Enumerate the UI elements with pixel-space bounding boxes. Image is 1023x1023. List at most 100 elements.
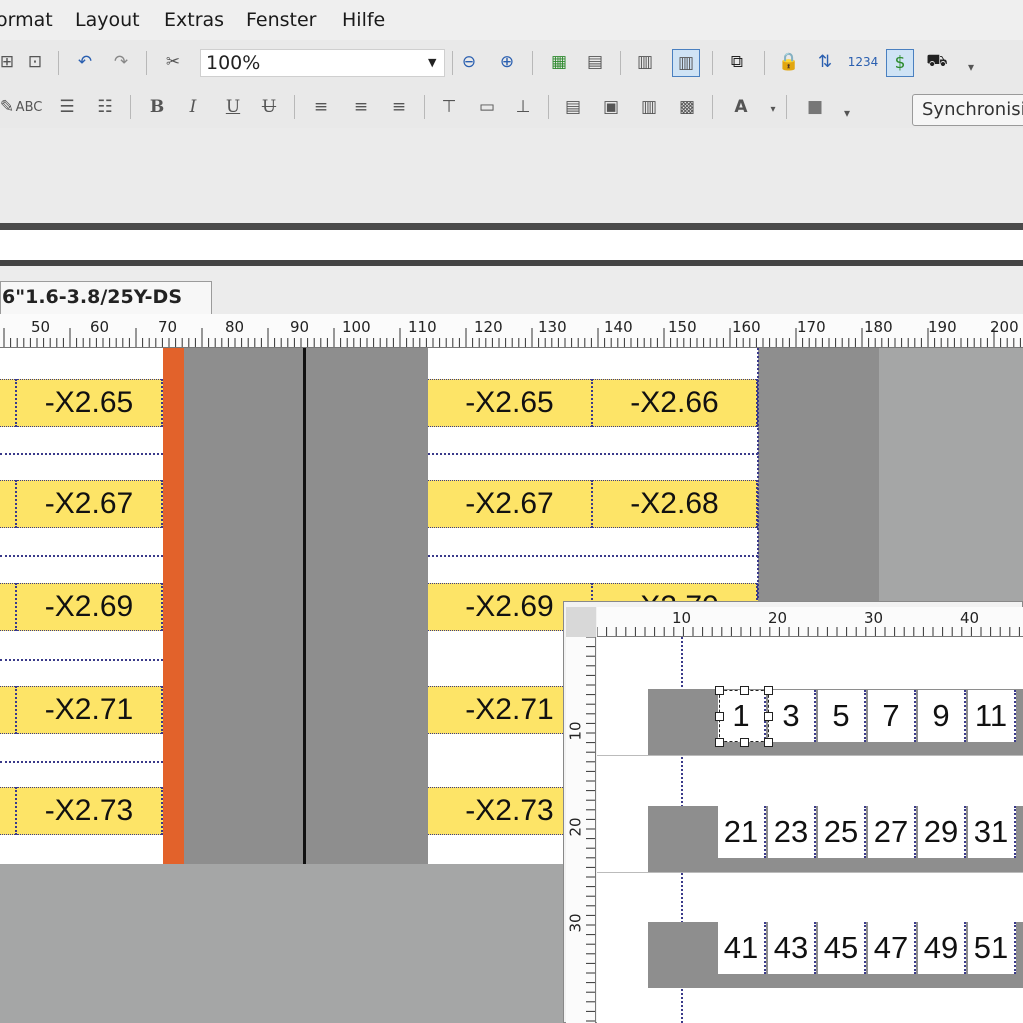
ruler-label: 10 [566, 721, 585, 741]
zoom-in-icon[interactable]: ⊕ [494, 49, 520, 75]
label-cell[interactable]: -X2.66 [593, 379, 758, 427]
image-icon[interactable]: ▣ [598, 94, 624, 120]
terminal-label[interactable]: 29 [918, 806, 966, 858]
label-cell[interactable] [0, 379, 17, 427]
redo-icon[interactable]: ↷ [108, 49, 134, 75]
align-left-icon[interactable]: ≡ [308, 94, 334, 120]
font-color-icon[interactable]: A [728, 94, 754, 120]
resize-handle[interactable] [740, 738, 749, 747]
numbering-icon[interactable]: 1234 [848, 49, 879, 75]
label-cell[interactable]: -X2.71 [17, 686, 163, 734]
selection-frame[interactable] [719, 690, 769, 742]
terminal-label[interactable]: 47 [868, 922, 916, 974]
align-icon[interactable]: ⊞ [0, 49, 20, 75]
lock-icon[interactable]: 🔒 [776, 49, 802, 75]
valign-bottom-icon[interactable]: ⊥ [510, 94, 536, 120]
format-painter-icon[interactable]: ✂ [160, 49, 186, 75]
fill-color-icon[interactable]: ■ [802, 94, 828, 120]
panel-gap [0, 230, 1023, 260]
resize-handle[interactable] [764, 686, 773, 695]
terminal-label[interactable]: 41 [718, 922, 766, 974]
terminal-label[interactable]: 27 [868, 806, 916, 858]
picture-icon[interactable]: ▩ [674, 94, 700, 120]
label-cell[interactable]: -X2.67 [428, 480, 593, 528]
row-divider [428, 453, 758, 455]
label-cell[interactable]: -X2.68 [593, 480, 758, 528]
excel-export-icon[interactable]: ▦ [546, 49, 572, 75]
menu-format[interactable]: ormat [0, 9, 53, 31]
row-divider [597, 755, 1023, 756]
ruler-label: 140 [604, 318, 633, 336]
terminal-label[interactable]: 5 [818, 690, 866, 742]
menu-extras[interactable]: Extras [164, 9, 224, 31]
resize-handle[interactable] [715, 738, 724, 747]
terminal-label[interactable]: 7 [868, 690, 916, 742]
spelling-icon[interactable]: ABC [16, 94, 43, 120]
ruler-label: 10 [672, 609, 692, 627]
valign-middle-icon[interactable]: ▭ [474, 94, 500, 120]
barcode-icon[interactable]: ▥ [636, 94, 662, 120]
group-icon[interactable]: ⊡ [22, 49, 48, 75]
label-cell[interactable] [0, 480, 17, 528]
align-right-icon[interactable]: ≡ [386, 94, 412, 120]
separator [532, 51, 533, 75]
resize-handle[interactable] [715, 686, 724, 695]
resize-handle[interactable] [764, 738, 773, 747]
ruler-corner [566, 607, 596, 637]
panel-left-icon[interactable]: ▥ [632, 49, 658, 75]
terminal-label[interactable]: 51 [968, 922, 1016, 974]
strikethrough-icon[interactable]: U [256, 94, 282, 120]
italic-icon[interactable]: I [180, 94, 206, 120]
row-divider [0, 453, 163, 455]
label-cell[interactable]: -X2.67 [17, 480, 163, 528]
resize-handle[interactable] [740, 686, 749, 695]
separator [548, 95, 549, 119]
line-spacing-icon[interactable]: ☰ [54, 94, 80, 120]
chevron-down-icon[interactable]: ▼ [428, 56, 436, 69]
list-icon[interactable]: ☷ [92, 94, 118, 120]
terminal-label[interactable]: 45 [818, 922, 866, 974]
terminal-label[interactable]: 21 [718, 806, 766, 858]
terminal-label[interactable]: 23 [768, 806, 816, 858]
label-cell[interactable] [0, 787, 17, 835]
terminal-label[interactable]: 11 [968, 690, 1016, 742]
terminal-label[interactable]: 3 [768, 690, 816, 742]
align-center-icon[interactable]: ≡ [348, 94, 374, 120]
chart-icon[interactable]: ▤ [560, 94, 586, 120]
label-cell[interactable] [0, 686, 17, 734]
underline-icon[interactable]: U [220, 94, 246, 120]
panel-right-icon[interactable]: ▥ [672, 49, 700, 77]
chevron-down-icon[interactable]: ▾ [760, 96, 786, 122]
terminal-label[interactable]: 31 [968, 806, 1016, 858]
valign-top-icon[interactable]: ⊤ [436, 94, 462, 120]
terminal-label[interactable]: 25 [818, 806, 866, 858]
separator [452, 51, 453, 75]
undo-icon[interactable]: ↶ [72, 49, 98, 75]
sort-az-icon[interactable]: ⇅ [812, 49, 838, 75]
terminal-label[interactable]: 49 [918, 922, 966, 974]
label-cell[interactable]: -X2.65 [428, 379, 593, 427]
menu-bar: ormat Layout Extras Fenster Hilfe [0, 0, 1023, 40]
label-cell[interactable]: -X2.65 [17, 379, 163, 427]
label-cell[interactable]: -X2.73 [17, 787, 163, 835]
label-cell[interactable]: -X2.69 [17, 583, 163, 631]
overflow-icon[interactable]: ▾ [958, 54, 984, 80]
menu-layout[interactable]: Layout [75, 9, 140, 31]
label-cell[interactable] [0, 583, 17, 631]
terminal-label[interactable]: 9 [918, 690, 966, 742]
menu-hilfe[interactable]: Hilfe [342, 9, 385, 31]
separator [620, 51, 621, 75]
separator [712, 51, 713, 75]
resize-handle[interactable] [715, 712, 724, 721]
cart-icon[interactable]: ⛟ [924, 49, 950, 75]
menu-fenster[interactable]: Fenster [246, 9, 316, 31]
resize-handle[interactable] [764, 712, 773, 721]
divider [0, 223, 1023, 230]
zoom-out-icon[interactable]: ⊖ [456, 49, 482, 75]
terminal-label[interactable]: 43 [768, 922, 816, 974]
overflow-icon[interactable]: ▾ [834, 100, 860, 126]
layout-icon[interactable]: ⧉ [724, 49, 750, 75]
import-icon[interactable]: ▤ [582, 49, 608, 75]
bold-icon[interactable]: B [144, 94, 170, 120]
synchronize-icon[interactable]: $ [886, 49, 914, 77]
